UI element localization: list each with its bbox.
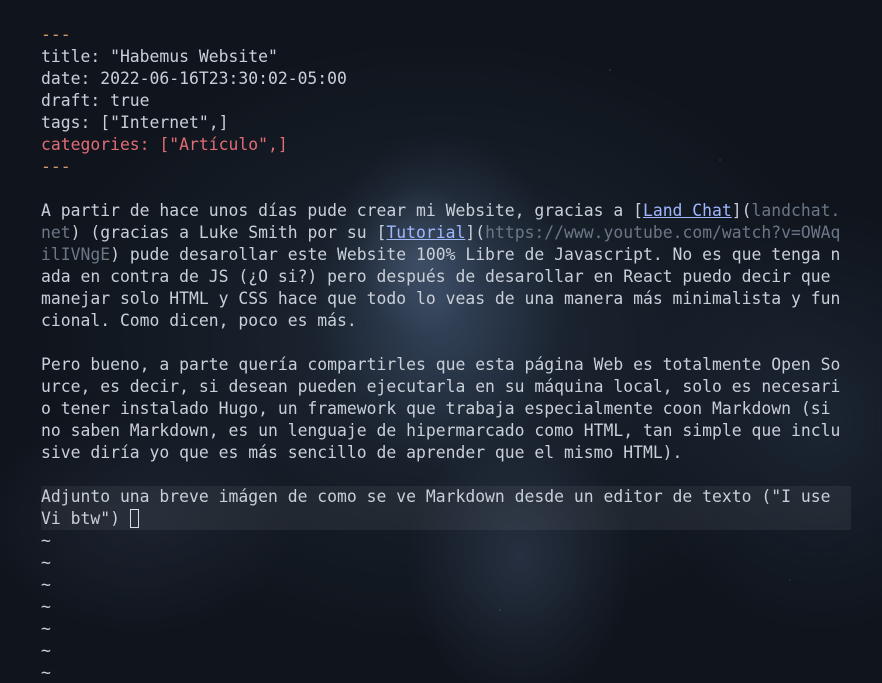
paragraph-2-line-4: no saben Markdown, es un lenguaje de hip… [41,421,841,440]
paragraph-2-line-5: sive diría yo que es más sencillo de apr… [41,443,683,462]
paragraph-1-line-6: cional. Como dicen, poco es más. [41,311,357,330]
empty-line-marker: ~ [41,575,51,594]
frontmatter-close-delimiter: --- [41,157,71,176]
paragraph-2-line-3: o tener instalado Hugo, un framework que… [41,399,831,418]
frontmatter-title: title: "Habemus Website" [41,47,278,66]
frontmatter-draft: draft: true [41,91,150,110]
empty-line-marker: ~ [41,553,51,572]
paragraph-1-line-3: ilIVNgE) pude desarollar este Website 10… [41,244,851,266]
link-text-land-chat[interactable]: Land Chat [643,201,732,220]
empty-line-marker: ~ [41,531,51,550]
empty-line-marker: ~ [41,597,51,616]
paragraph-1-line-5: manejar solo HTML y CSS hace que todo lo… [41,289,841,308]
text-run: ) pude desarollar este Website 100% Libr… [110,245,841,264]
text-run: Vi btw") [41,509,130,528]
empty-line-marker: ~ [41,619,51,638]
link-text-tutorial[interactable]: Tutorial [386,223,465,242]
text-run: ) (gracias a Luke Smith por su [ [70,223,387,242]
frontmatter-categories: categories: ["Artículo",] [41,135,288,154]
text-run: A partir de hace unos días pude crear mi… [41,201,643,220]
paragraph-1-line-4: ada en contra de JS (¿O si?) pero despué… [41,267,831,286]
paragraph-2-line-2: urce, es decir, si desean pueden ejecuta… [41,377,841,396]
link-url: ilIVNgE [41,245,111,264]
paragraph-3-line-2: Vi btw") [41,508,851,530]
link-url: https://www.youtube.com/watch?v=OWAq [485,223,841,242]
link-url: landchat. [751,201,841,220]
empty-line-marker: ~ [41,663,51,682]
frontmatter-tags: tags: ["Internet",] [41,113,229,132]
text-run: ]( [731,201,752,220]
frontmatter-date: date: 2022-06-16T23:30:02-05:00 [41,69,347,88]
vim-editor-buffer[interactable]: --- title: "Habemus Website" date: 2022-… [41,24,851,683]
paragraph-1-line-2: net) (gracias a Luke Smith por su [Tutor… [41,222,851,244]
paragraph-2-line-1: Pero bueno, a parte quería compartirles … [41,355,841,374]
link-url: net [41,223,71,242]
frontmatter-open-delimiter: --- [41,25,71,44]
paragraph-1-line-1: A partir de hace unos días pude crear mi… [41,200,851,222]
empty-line-marker: ~ [41,641,51,660]
paragraph-3-line-1: Adjunto una breve imágen de como se ve M… [41,486,851,508]
text-cursor [129,509,139,528]
text-run: ]( [465,223,486,242]
